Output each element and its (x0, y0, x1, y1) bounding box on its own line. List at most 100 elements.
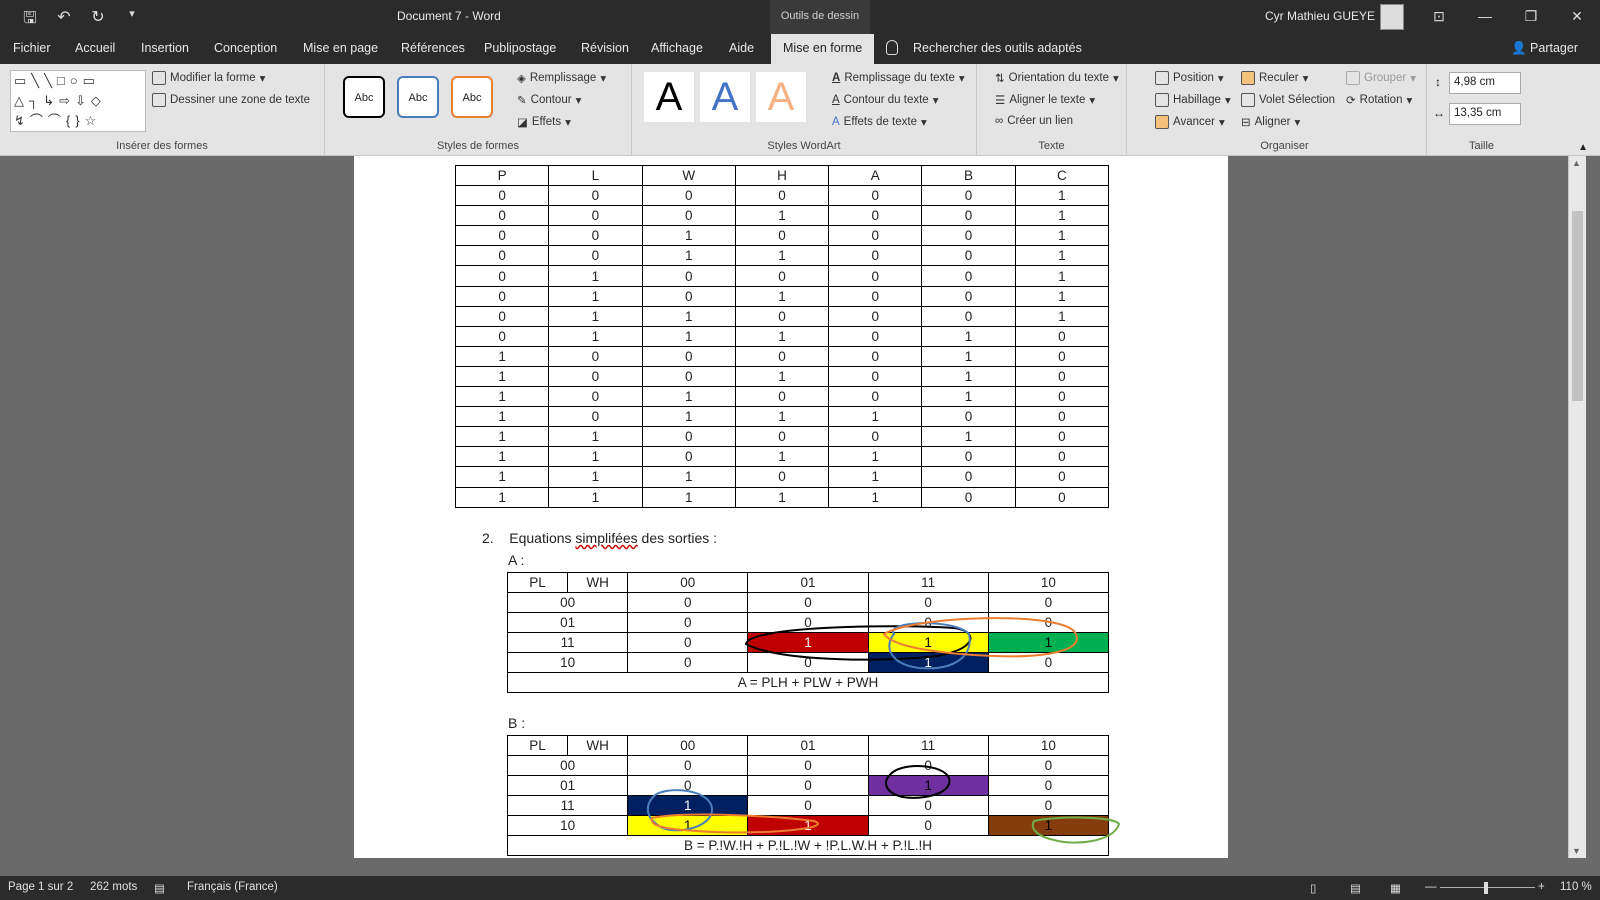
kmap-row-header: 10 (506, 815, 629, 836)
user-name[interactable]: Cyr Mathieu GUEYE (1265, 9, 1375, 23)
tab-publipostage[interactable]: Publipostage (484, 41, 556, 55)
edit-shape-button[interactable]: Modifier la forme ▾ (152, 71, 265, 85)
bring-forward-button[interactable]: Avancer ▾ (1155, 115, 1225, 129)
align-text-icon: ☰ (995, 95, 1006, 107)
table-cell: 0 (548, 245, 643, 267)
misspelled-word[interactable]: simplifées (575, 530, 637, 546)
save-icon[interactable]: 🖫 (20, 7, 40, 34)
tab-revision[interactable]: Révision (581, 41, 629, 55)
table-cell: 1 (454, 426, 550, 448)
kmap-row: 11 1 0 0 0 (506, 795, 1110, 816)
scroll-up-icon[interactable]: ▲ (1572, 158, 1581, 168)
page-count[interactable]: Page 1 sur 2 (8, 881, 73, 893)
text-fill-button[interactable]: A Remplissage du texte ▾ (832, 71, 965, 85)
collapse-ribbon-icon[interactable]: ▲ (1578, 142, 1588, 153)
vertical-scrollbar[interactable]: ▲ ▼ (1568, 156, 1586, 858)
table-cell: 1 (548, 285, 643, 307)
undo-icon[interactable]: ↶ (54, 7, 74, 34)
proofing-icon[interactable]: ▤ (154, 881, 165, 895)
align-label: Aligner (1254, 116, 1291, 128)
tab-insertion[interactable]: Insertion (141, 41, 189, 55)
share-button[interactable]: 👤 Partager (1511, 41, 1578, 56)
table-cell: 0 (1014, 446, 1110, 468)
create-link-button[interactable]: ∞ Créer un lien (995, 115, 1073, 127)
tab-conception[interactable]: Conception (214, 41, 277, 55)
shape-width-value: 13,35 cm (1454, 107, 1502, 119)
customize-icon[interactable]: ▾ (122, 7, 142, 34)
document-bottom-gap (0, 858, 1600, 876)
wordart-style-sample[interactable]: A (756, 72, 806, 122)
shapes-gallery[interactable]: ▭╲╲□○▭ △┐↳⇨⇩◇ ↯⌒⌒{}☆ (10, 70, 146, 132)
text-outline-button[interactable]: A Contour du texte ▾ (832, 93, 938, 107)
zoom-in-icon[interactable]: + (1538, 881, 1545, 893)
table-cell: 0 (921, 245, 1016, 267)
word-count[interactable]: 262 mots (90, 881, 137, 893)
kmap-equation-row: B = P.!W.!H + P.!L.!W + !P.L.W.H + P.!L.… (507, 835, 1109, 856)
bring-forward-label: Avancer (1173, 116, 1215, 128)
document-page[interactable]: PLWHABC000000100010010010001001100101000… (354, 156, 1228, 858)
wordart-style-sample[interactable]: A (644, 72, 694, 122)
rotate-button[interactable]: ⟳ Rotation ▾ (1346, 93, 1412, 107)
tab-affichage[interactable]: Affichage (651, 41, 703, 55)
ribbon-display-icon[interactable]: ⊡ (1416, 0, 1462, 34)
group-label: Styles de formes (437, 140, 519, 152)
group-label: Texte (1038, 140, 1065, 152)
tab-aide[interactable]: Aide (729, 41, 754, 55)
selection-pane-button[interactable]: Volet Sélection (1241, 93, 1335, 107)
document-title: Document 7 - Word (397, 9, 501, 23)
shape-width-input[interactable]: 13,35 cm (1449, 103, 1521, 125)
shape-fill-button[interactable]: ◈ Remplissage ▾ (517, 71, 606, 85)
tab-fichier[interactable]: Fichier (13, 41, 51, 55)
shape-outline-button[interactable]: ✎ Contour ▾ (517, 93, 581, 107)
close-icon[interactable]: ✕ (1554, 0, 1600, 34)
tab-mise-en-page[interactable]: Mise en page (303, 41, 378, 55)
web-layout-icon[interactable]: ▦ (1390, 881, 1401, 895)
shape-style-sample[interactable]: Abc (397, 76, 439, 118)
table-row: 0111010 (454, 325, 1110, 347)
draw-textbox-button[interactable]: Dessiner une zone de texte (152, 93, 310, 107)
table-cell: 1 (454, 345, 550, 367)
shape-style-sample[interactable]: Abc (343, 76, 385, 118)
table-cell: 1 (641, 225, 736, 247)
table-cell: 0 (548, 225, 643, 247)
language-indicator[interactable]: Français (France) (187, 881, 278, 893)
table-row: 0110001 (454, 305, 1110, 327)
restore-icon[interactable]: ❐ (1508, 0, 1554, 34)
redo-icon[interactable]: ↻ (88, 7, 108, 34)
shape-height-input[interactable]: 4,98 cm (1449, 72, 1521, 94)
table-cell: 1 (454, 446, 550, 468)
scroll-thumb[interactable] (1572, 211, 1583, 401)
avatar[interactable] (1380, 4, 1404, 30)
table-cell: 0 (828, 205, 923, 227)
table-row: 1110100 (454, 466, 1110, 488)
ribbon-tabs: Fichier Accueil Insertion Conception Mis… (0, 34, 1600, 64)
document-area: PLWHABC000000100010010010001001100101000… (0, 156, 1568, 858)
table-cell: 0 (828, 285, 923, 307)
table-cell: 1 (734, 325, 830, 347)
align-button[interactable]: ⊟ Aligner ▾ (1241, 115, 1300, 129)
scroll-down-icon[interactable]: ▼ (1572, 846, 1581, 856)
wrap-text-button[interactable]: Habillage ▾ (1155, 93, 1231, 107)
shape-effects-button[interactable]: ◪ Effets ▾ (517, 115, 571, 129)
wordart-style-sample[interactable]: A (700, 72, 750, 122)
tell-me-search[interactable]: Rechercher des outils adaptés (913, 41, 1082, 55)
minimize-icon[interactable]: — (1462, 0, 1508, 34)
table-cell: 1 (734, 365, 830, 388)
tab-references[interactable]: Références (401, 41, 465, 55)
zoom-slider-thumb[interactable] (1484, 882, 1488, 894)
text-direction-button[interactable]: ⇅ Orientation du texte ▾ (995, 71, 1119, 85)
align-text-button[interactable]: ☰ Aligner le texte ▾ (995, 93, 1095, 107)
tab-mise-en-forme[interactable]: Mise en forme (771, 34, 875, 64)
position-button[interactable]: Position ▾ (1155, 71, 1224, 85)
kmap-cell: 0 (987, 755, 1110, 776)
tab-accueil[interactable]: Accueil (75, 41, 115, 55)
zoom-out-icon[interactable]: — (1425, 881, 1437, 893)
send-backward-icon (1241, 71, 1255, 85)
text-effects-button[interactable]: A Effets de texte ▾ (832, 115, 927, 129)
group-objects-button[interactable]: Grouper ▾ (1346, 71, 1416, 85)
shape-style-sample[interactable]: Abc (451, 76, 493, 118)
print-layout-icon[interactable]: ▤ (1350, 881, 1361, 895)
send-backward-button[interactable]: Reculer ▾ (1241, 71, 1308, 85)
zoom-level[interactable]: 110 % (1560, 881, 1592, 893)
read-mode-icon[interactable]: ▯ (1310, 881, 1316, 895)
